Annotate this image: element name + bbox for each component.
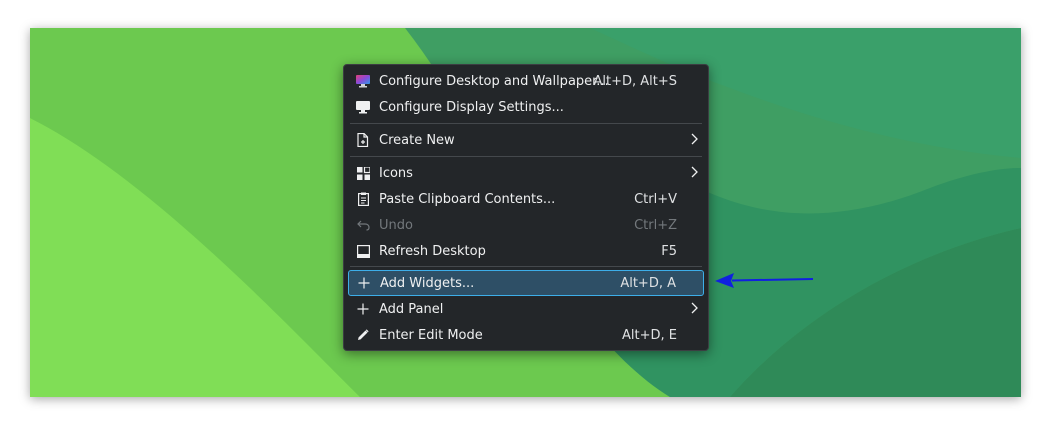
menu-item-shortcut: Ctrl+V	[634, 191, 677, 207]
menu-separator	[350, 266, 702, 267]
menu-item-configure-desktop[interactable]: Configure Desktop and Wallpaper... Alt+D…	[348, 68, 704, 94]
pencil-icon	[355, 327, 371, 343]
menu-item-shortcut: F5	[661, 243, 677, 259]
display-icon	[355, 99, 371, 115]
menu-item-refresh-desktop[interactable]: Refresh Desktop F5	[348, 238, 704, 264]
menu-item-shortcut: Alt+D, Alt+S	[593, 73, 677, 89]
menu-item-shortcut: Alt+D, A	[620, 275, 676, 291]
menu-item-undo: Undo Ctrl+Z	[348, 212, 704, 238]
menu-item-enter-edit-mode[interactable]: Enter Edit Mode Alt+D, E	[348, 322, 704, 348]
menu-item-label: Add Panel	[379, 301, 444, 317]
chevron-right-icon	[690, 133, 698, 149]
menu-item-shortcut: Alt+D, E	[622, 327, 677, 343]
menu-item-label: Create New	[379, 132, 455, 148]
menu-separator	[350, 123, 702, 124]
chevron-right-icon	[690, 166, 698, 182]
menu-item-label: Refresh Desktop	[379, 243, 486, 259]
menu-item-paste[interactable]: Paste Clipboard Contents... Ctrl+V	[348, 186, 704, 212]
menu-separator	[350, 156, 702, 157]
monitor-color-icon	[355, 73, 371, 89]
menu-item-label: Icons	[379, 165, 413, 181]
menu-item-add-panel[interactable]: Add Panel	[348, 296, 704, 322]
refresh-desktop-icon	[355, 243, 371, 259]
menu-item-add-widgets[interactable]: Add Widgets... Alt+D, A	[348, 270, 704, 296]
menu-item-shortcut: Ctrl+Z	[634, 217, 677, 233]
plus-icon	[356, 275, 372, 291]
new-file-icon	[355, 132, 371, 148]
clipboard-icon	[355, 191, 371, 207]
menu-item-icons[interactable]: Icons	[348, 160, 704, 186]
undo-icon	[355, 217, 371, 233]
annotation-arrow	[715, 273, 814, 288]
plus-icon	[355, 301, 371, 317]
grid-icon	[355, 165, 371, 181]
chevron-right-icon	[690, 302, 698, 318]
menu-item-label: Configure Display Settings...	[379, 99, 564, 115]
menu-item-create-new[interactable]: Create New	[348, 127, 704, 153]
desktop-context-menu: Configure Desktop and Wallpaper... Alt+D…	[343, 64, 709, 351]
menu-item-configure-display[interactable]: Configure Display Settings...	[348, 94, 704, 120]
